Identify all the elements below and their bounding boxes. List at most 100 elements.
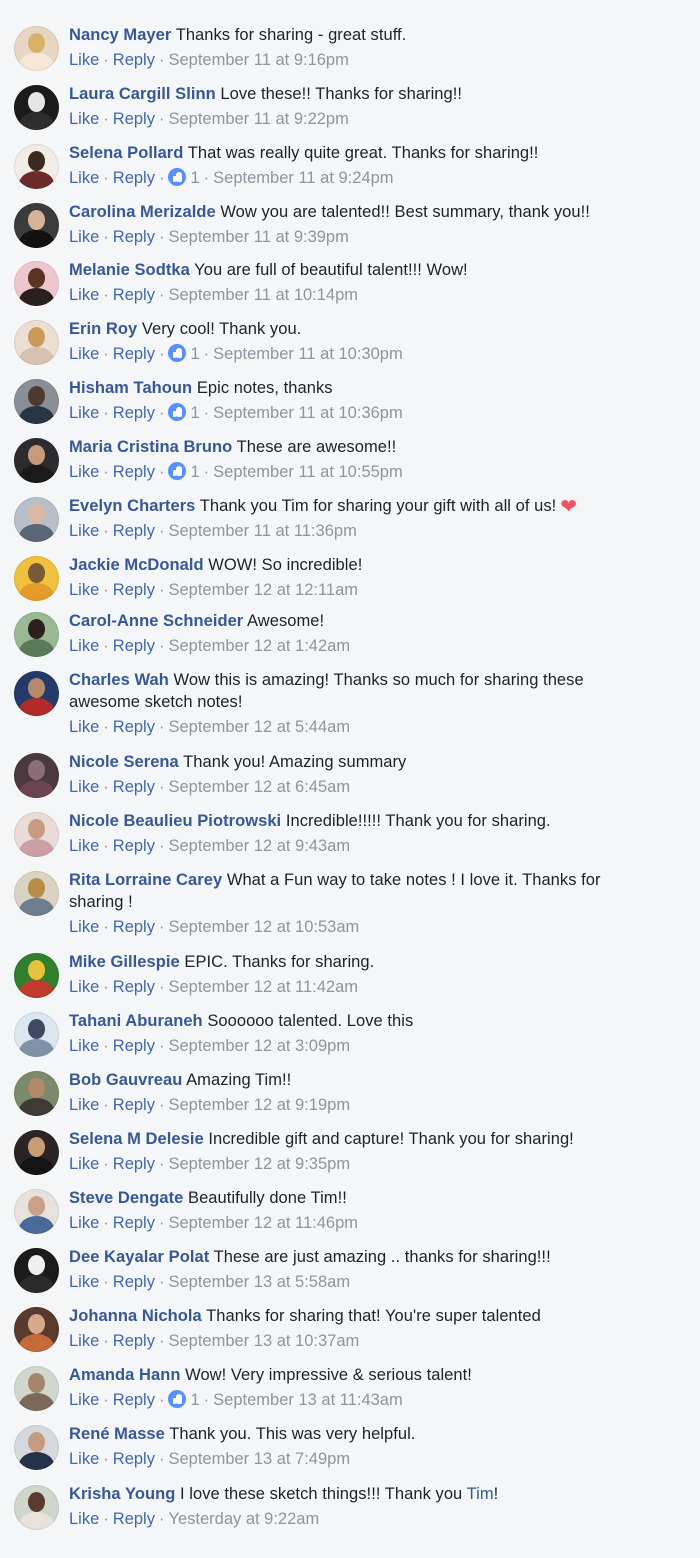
like-button[interactable]: Like <box>69 1273 99 1291</box>
timestamp[interactable]: September 11 at 11:36pm <box>168 522 356 540</box>
timestamp[interactable]: September 13 at 10:37am <box>168 1332 359 1350</box>
avatar[interactable] <box>14 85 59 130</box>
reply-button[interactable]: Reply <box>113 110 155 128</box>
author-name[interactable]: Charles Wah <box>69 671 169 689</box>
like-button[interactable]: Like <box>69 1332 99 1350</box>
reply-button[interactable]: Reply <box>113 286 155 304</box>
reply-button[interactable]: Reply <box>113 837 155 855</box>
reply-button[interactable]: Reply <box>113 1214 155 1232</box>
avatar[interactable] <box>14 953 59 998</box>
timestamp[interactable]: September 12 at 9:43am <box>168 837 350 855</box>
author-name[interactable]: René Masse <box>69 1425 165 1443</box>
author-name[interactable]: Mike Gillespie <box>69 953 180 971</box>
avatar[interactable] <box>14 203 59 248</box>
timestamp[interactable]: September 11 at 10:55pm <box>213 463 403 481</box>
reply-button[interactable]: Reply <box>113 1037 155 1055</box>
timestamp[interactable]: September 12 at 11:42am <box>168 978 358 996</box>
avatar[interactable] <box>14 497 59 542</box>
avatar[interactable] <box>14 320 59 365</box>
like-button[interactable]: Like <box>69 110 99 128</box>
reply-button[interactable]: Reply <box>113 463 155 481</box>
like-button[interactable]: Like <box>69 345 99 363</box>
like-count[interactable]: 1 <box>168 462 200 481</box>
avatar[interactable] <box>14 556 59 601</box>
reply-button[interactable]: Reply <box>113 1273 155 1291</box>
avatar[interactable] <box>14 1189 59 1234</box>
reply-button[interactable]: Reply <box>113 1450 155 1468</box>
avatar[interactable] <box>14 144 59 189</box>
avatar[interactable] <box>14 1366 59 1411</box>
timestamp[interactable]: September 12 at 6:45am <box>168 778 350 796</box>
reply-button[interactable]: Reply <box>113 522 155 540</box>
timestamp[interactable]: September 12 at 5:44am <box>168 718 350 736</box>
avatar[interactable] <box>14 1425 59 1470</box>
timestamp[interactable]: September 11 at 9:22pm <box>168 110 348 128</box>
timestamp[interactable]: September 13 at 11:43am <box>213 1391 403 1409</box>
timestamp[interactable]: September 13 at 7:49pm <box>168 1450 350 1468</box>
author-name[interactable]: Selena Pollard <box>69 144 183 162</box>
like-button[interactable]: Like <box>69 837 99 855</box>
reply-button[interactable]: Reply <box>113 581 155 599</box>
reply-button[interactable]: Reply <box>113 718 155 736</box>
author-name[interactable]: Jackie McDonald <box>69 556 204 574</box>
timestamp[interactable]: September 11 at 9:24pm <box>213 169 393 187</box>
like-button[interactable]: Like <box>69 1510 99 1528</box>
author-name[interactable]: Dee Kayalar Polat <box>69 1248 209 1266</box>
avatar[interactable] <box>14 1130 59 1175</box>
like-button[interactable]: Like <box>69 978 99 996</box>
like-count[interactable]: 1 <box>168 344 200 363</box>
timestamp[interactable]: September 12 at 1:42am <box>168 637 350 655</box>
author-name[interactable]: Carolina Merizalde <box>69 203 216 221</box>
avatar[interactable] <box>14 612 59 657</box>
reply-button[interactable]: Reply <box>113 1510 155 1528</box>
reply-button[interactable]: Reply <box>113 918 155 936</box>
avatar[interactable] <box>14 261 59 306</box>
author-name[interactable]: Krisha Young <box>69 1485 175 1503</box>
timestamp[interactable]: September 13 at 5:58am <box>168 1273 350 1291</box>
timestamp[interactable]: September 12 at 10:53am <box>168 918 359 936</box>
avatar[interactable] <box>14 1485 59 1530</box>
avatar[interactable] <box>14 753 59 798</box>
timestamp[interactable]: September 12 at 12:11am <box>168 581 358 599</box>
like-button[interactable]: Like <box>69 637 99 655</box>
like-button[interactable]: Like <box>69 286 99 304</box>
like-button[interactable]: Like <box>69 918 99 936</box>
like-button[interactable]: Like <box>69 522 99 540</box>
author-name[interactable]: Hisham Tahoun <box>69 379 192 397</box>
reply-button[interactable]: Reply <box>113 345 155 363</box>
author-name[interactable]: Amanda Hann <box>69 1366 180 1384</box>
mention-link[interactable]: Tim <box>467 1485 494 1503</box>
timestamp[interactable]: September 11 at 10:30pm <box>213 345 403 363</box>
timestamp[interactable]: September 12 at 11:46pm <box>168 1214 358 1232</box>
timestamp[interactable]: Yesterday at 9:22am <box>168 1510 319 1528</box>
avatar[interactable] <box>14 871 59 916</box>
like-button[interactable]: Like <box>69 1155 99 1173</box>
timestamp[interactable]: September 12 at 9:35pm <box>168 1155 350 1173</box>
like-button[interactable]: Like <box>69 1450 99 1468</box>
author-name[interactable]: Bob Gauvreau <box>69 1071 182 1089</box>
author-name[interactable]: Rita Lorraine Carey <box>69 871 222 889</box>
timestamp[interactable]: September 11 at 9:39pm <box>168 228 348 246</box>
reply-button[interactable]: Reply <box>113 978 155 996</box>
author-name[interactable]: Erin Roy <box>69 320 137 338</box>
author-name[interactable]: Nicole Beaulieu Piotrowski <box>69 812 281 830</box>
like-count[interactable]: 1 <box>168 1390 200 1409</box>
avatar[interactable] <box>14 438 59 483</box>
like-button[interactable]: Like <box>69 1391 99 1409</box>
timestamp[interactable]: September 12 at 9:19pm <box>168 1096 350 1114</box>
reply-button[interactable]: Reply <box>113 1096 155 1114</box>
author-name[interactable]: Evelyn Charters <box>69 497 195 515</box>
like-button[interactable]: Like <box>69 228 99 246</box>
timestamp[interactable]: September 12 at 3:09pm <box>168 1037 350 1055</box>
avatar[interactable] <box>14 26 59 71</box>
avatar[interactable] <box>14 1071 59 1116</box>
reply-button[interactable]: Reply <box>113 778 155 796</box>
author-name[interactable]: Nancy Mayer <box>69 26 171 44</box>
avatar[interactable] <box>14 379 59 424</box>
reply-button[interactable]: Reply <box>113 1391 155 1409</box>
author-name[interactable]: Selena M Delesie <box>69 1130 204 1148</box>
like-button[interactable]: Like <box>69 1096 99 1114</box>
like-button[interactable]: Like <box>69 718 99 736</box>
like-button[interactable]: Like <box>69 404 99 422</box>
author-name[interactable]: Tahani Aburaneh <box>69 1012 203 1030</box>
